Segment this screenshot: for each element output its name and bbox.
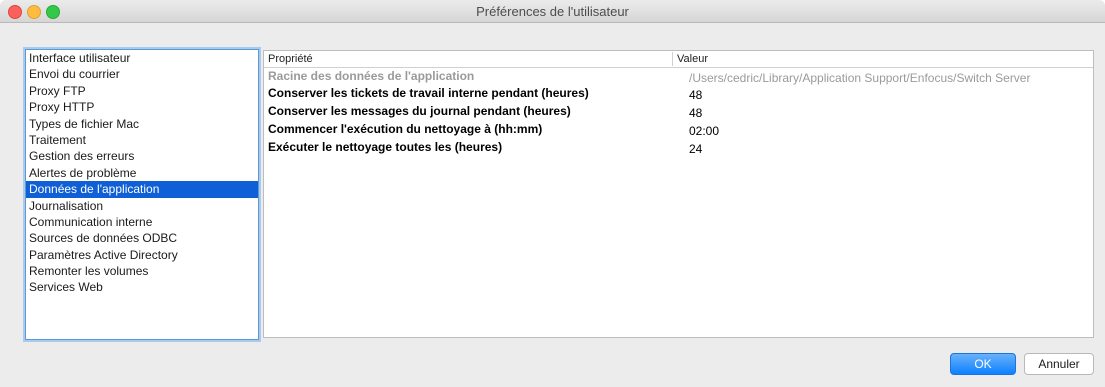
sidebar-item-envoi-du-courrier[interactable]: Envoi du courrier <box>26 66 258 82</box>
column-header-value[interactable]: Valeur <box>677 53 708 65</box>
table-row-application-data-root[interactable]: Racine des données de l'application /Use… <box>264 69 1093 87</box>
properties-table: Propriété Valeur Racine des données de l… <box>263 50 1094 338</box>
property-label: Conserver les tickets de travail interne… <box>268 86 589 100</box>
table-row-log-messages-retention[interactable]: Conserver les messages du journal pendan… <box>264 104 1093 122</box>
sidebar-item-alertes-de-probleme[interactable]: Alertes de problème <box>26 165 258 181</box>
sidebar-item-proxy-ftp[interactable]: Proxy FTP <box>26 83 258 99</box>
window-title: Préférences de l'utilisateur <box>476 4 629 19</box>
property-label: Racine des données de l'application <box>268 69 475 83</box>
property-value[interactable]: 24 <box>689 142 702 156</box>
sidebar-item-communication-interne[interactable]: Communication interne <box>26 214 258 230</box>
property-label: Exécuter le nettoyage toutes les (heures… <box>268 140 503 154</box>
cancel-button[interactable]: Annuler <box>1024 353 1094 375</box>
sidebar-item-types-de-fichier-mac[interactable]: Types de fichier Mac <box>26 116 258 132</box>
column-header-property[interactable]: Propriété <box>268 53 313 65</box>
sidebar-item-proxy-http[interactable]: Proxy HTTP <box>26 99 258 115</box>
title-bar[interactable]: Préférences de l'utilisateur <box>0 0 1105 23</box>
column-divider[interactable] <box>672 52 673 66</box>
sidebar-item-donnees-de-l-application[interactable]: Données de l'application <box>26 181 258 198</box>
property-value[interactable]: 48 <box>689 106 702 120</box>
sidebar-item-interface-utilisateur[interactable]: Interface utilisateur <box>26 50 258 66</box>
sidebar-item-gestion-des-erreurs[interactable]: Gestion des erreurs <box>26 148 258 164</box>
category-list[interactable]: Interface utilisateur Envoi du courrier … <box>25 49 259 340</box>
table-row-cleanup-interval[interactable]: Exécuter le nettoyage toutes les (heures… <box>264 140 1093 158</box>
property-label: Conserver les messages du journal pendan… <box>268 104 571 118</box>
table-row-job-tickets-retention[interactable]: Conserver les tickets de travail interne… <box>264 86 1093 104</box>
sidebar-item-remonter-les-volumes[interactable]: Remonter les volumes <box>26 263 258 279</box>
table-header: Propriété Valeur <box>264 51 1093 68</box>
preferences-window: Préférences de l'utilisateur Interface u… <box>0 0 1105 387</box>
property-value: /Users/cedric/Library/Application Suppor… <box>689 71 1031 85</box>
sidebar-item-sources-de-donnees-odbc[interactable]: Sources de données ODBC <box>26 230 258 246</box>
ok-button[interactable]: OK <box>950 353 1016 375</box>
sidebar-item-services-web[interactable]: Services Web <box>26 279 258 295</box>
sidebar-item-parametres-active-directory[interactable]: Paramètres Active Directory <box>26 247 258 263</box>
property-value[interactable]: 02:00 <box>689 124 719 138</box>
property-label: Commencer l'exécution du nettoyage à (hh… <box>268 122 543 136</box>
table-row-cleanup-start-time[interactable]: Commencer l'exécution du nettoyage à (hh… <box>264 122 1093 140</box>
sidebar-item-journalisation[interactable]: Journalisation <box>26 198 258 214</box>
sidebar-item-traitement[interactable]: Traitement <box>26 132 258 148</box>
property-value[interactable]: 48 <box>689 88 702 102</box>
